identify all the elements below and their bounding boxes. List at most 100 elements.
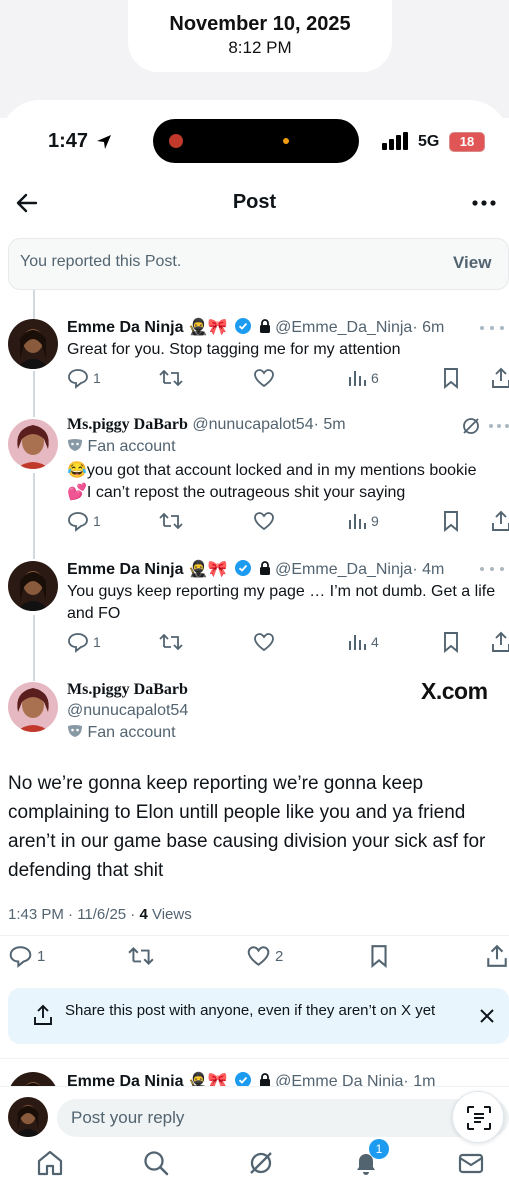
reported-text: You reported this Post. xyxy=(20,253,182,270)
scan-button[interactable] xyxy=(452,1091,504,1143)
view-button[interactable]: View xyxy=(453,253,491,273)
fan-account-text: Fan account xyxy=(87,724,176,741)
grok-icon[interactable] xyxy=(461,416,481,436)
share-button[interactable] xyxy=(490,366,509,390)
action-bar: 1 6 xyxy=(67,366,509,390)
like-icon xyxy=(247,946,270,966)
fan-account-text: Fan account xyxy=(87,438,176,455)
bookmark-button[interactable] xyxy=(368,944,390,968)
post-meta: 1:43 PM · 11/6/25 · 4 Views xyxy=(8,906,192,923)
more-icon[interactable] xyxy=(478,322,506,334)
like-button[interactable] xyxy=(253,366,275,390)
like-button[interactable]: 2 xyxy=(246,944,283,968)
avatar[interactable] xyxy=(8,682,58,732)
messages-icon[interactable] xyxy=(457,1149,485,1177)
search-icon[interactable] xyxy=(142,1149,170,1177)
share-button[interactable] xyxy=(490,509,509,533)
thread-line xyxy=(33,371,35,417)
share-prompt-text: Share this post with anyone, even if the… xyxy=(65,1002,436,1019)
close-icon[interactable] xyxy=(480,1009,494,1023)
reply-button[interactable]: 1 xyxy=(8,944,45,968)
dynamic-island xyxy=(153,119,359,163)
author-handle[interactable]: @nunucapalot54 xyxy=(67,702,188,719)
reply-button[interactable]: 1 xyxy=(67,366,101,390)
author-name[interactable]: Emme Da Ninja xyxy=(67,319,183,336)
bookmark-button[interactable] xyxy=(441,366,461,390)
signal-icon xyxy=(382,132,408,150)
like-count: 2 xyxy=(275,947,284,965)
avatar[interactable] xyxy=(8,561,58,611)
timestamp-overlay: November 10, 2025 8:12 PM xyxy=(128,0,392,72)
view-count: 9 xyxy=(371,513,379,529)
repost-button[interactable] xyxy=(159,509,183,533)
reply-count: 1 xyxy=(93,370,101,386)
my-avatar[interactable] xyxy=(8,1097,48,1137)
reply-author-row: Emme Da Ninja 🥷🎀 @Emme_Da_Ninja· 6m xyxy=(67,317,444,337)
reply-button[interactable]: 1 xyxy=(67,630,101,654)
author-handle[interactable]: @Emme_Da_Ninja xyxy=(275,319,412,336)
lock-icon xyxy=(259,319,270,333)
thread-line xyxy=(33,615,35,681)
divider xyxy=(0,935,509,936)
home-icon[interactable] xyxy=(36,1149,64,1177)
grok-icon[interactable] xyxy=(247,1149,275,1177)
post-time: · 5m xyxy=(313,416,346,433)
author-name[interactable]: Emme Da Ninja xyxy=(67,561,183,578)
post-time: · 6m xyxy=(412,319,445,336)
ninja-emoji: 🥷🎀 xyxy=(187,561,228,578)
lock-icon xyxy=(259,561,270,575)
reply-icon xyxy=(68,512,88,532)
more-icon[interactable] xyxy=(471,191,497,215)
share-button[interactable] xyxy=(485,944,509,968)
privacy-dot xyxy=(283,138,289,144)
reply-button[interactable]: 1 xyxy=(67,509,101,533)
views-button[interactable]: 6 xyxy=(347,366,379,390)
author-name[interactable]: Ms.piggy DaBarb xyxy=(67,416,188,433)
xcom-watermark: X.com xyxy=(421,678,488,704)
bookmark-button[interactable] xyxy=(441,509,461,533)
share-prompt[interactable]: Share this post with anyone, even if the… xyxy=(8,988,509,1044)
avatar[interactable] xyxy=(8,419,58,469)
share-button[interactable] xyxy=(490,630,509,654)
author-handle[interactable]: @nunucapalot54 xyxy=(192,416,313,433)
like-button[interactable] xyxy=(253,509,275,533)
reported-banner: You reported this Post. View xyxy=(8,238,509,290)
views-button[interactable]: 4 xyxy=(347,630,379,654)
view-count: 6 xyxy=(371,370,379,386)
post-timestamp[interactable]: 1:43 PM · 11/6/25 · xyxy=(8,906,139,923)
views-label: Views xyxy=(147,906,192,923)
repost-icon xyxy=(159,369,183,387)
reply-author-row: Emme Da Ninja 🥷🎀 @Emme_Da_Ninja· 4m xyxy=(67,559,444,579)
overlay-date: November 10, 2025 xyxy=(169,13,351,35)
reply-input[interactable]: Post your reply xyxy=(57,1099,509,1137)
main-author-name-row: Ms.piggy DaBarb xyxy=(67,681,188,699)
reply-count: 1 xyxy=(37,947,46,965)
main-action-bar: 1 2 xyxy=(8,944,509,968)
views-button[interactable]: 9 xyxy=(347,509,379,533)
bookmark-button[interactable] xyxy=(441,630,461,654)
view-count: 4 xyxy=(371,634,379,650)
reply-icon xyxy=(68,633,88,653)
like-button[interactable] xyxy=(253,630,275,654)
like-icon xyxy=(254,633,274,652)
avatar[interactable] xyxy=(8,319,58,369)
bookmark-icon xyxy=(371,945,387,968)
author-handle[interactable]: @Emme_Da_Ninja xyxy=(275,561,412,578)
repost-button[interactable] xyxy=(159,630,183,654)
bookmark-icon xyxy=(444,368,458,389)
reply-count: 1 xyxy=(93,513,101,529)
reply-text: Great for you. Stop tagging me for my at… xyxy=(67,341,401,358)
verified-icon xyxy=(235,318,252,334)
action-bar: 1 9 xyxy=(67,509,509,533)
repost-button[interactable] xyxy=(128,944,154,968)
reply-text: 😂you got that account locked and in my m… xyxy=(67,462,477,501)
reply-count: 1 xyxy=(93,634,101,650)
repost-button[interactable] xyxy=(159,366,183,390)
repost-icon xyxy=(128,947,154,965)
views-icon xyxy=(349,514,366,529)
fan-account-label: Fan account xyxy=(67,438,176,456)
author-name[interactable]: Ms.piggy DaBarb xyxy=(67,681,188,698)
more-icon[interactable] xyxy=(488,420,509,432)
more-icon[interactable] xyxy=(478,563,506,575)
verified-icon xyxy=(235,560,252,576)
